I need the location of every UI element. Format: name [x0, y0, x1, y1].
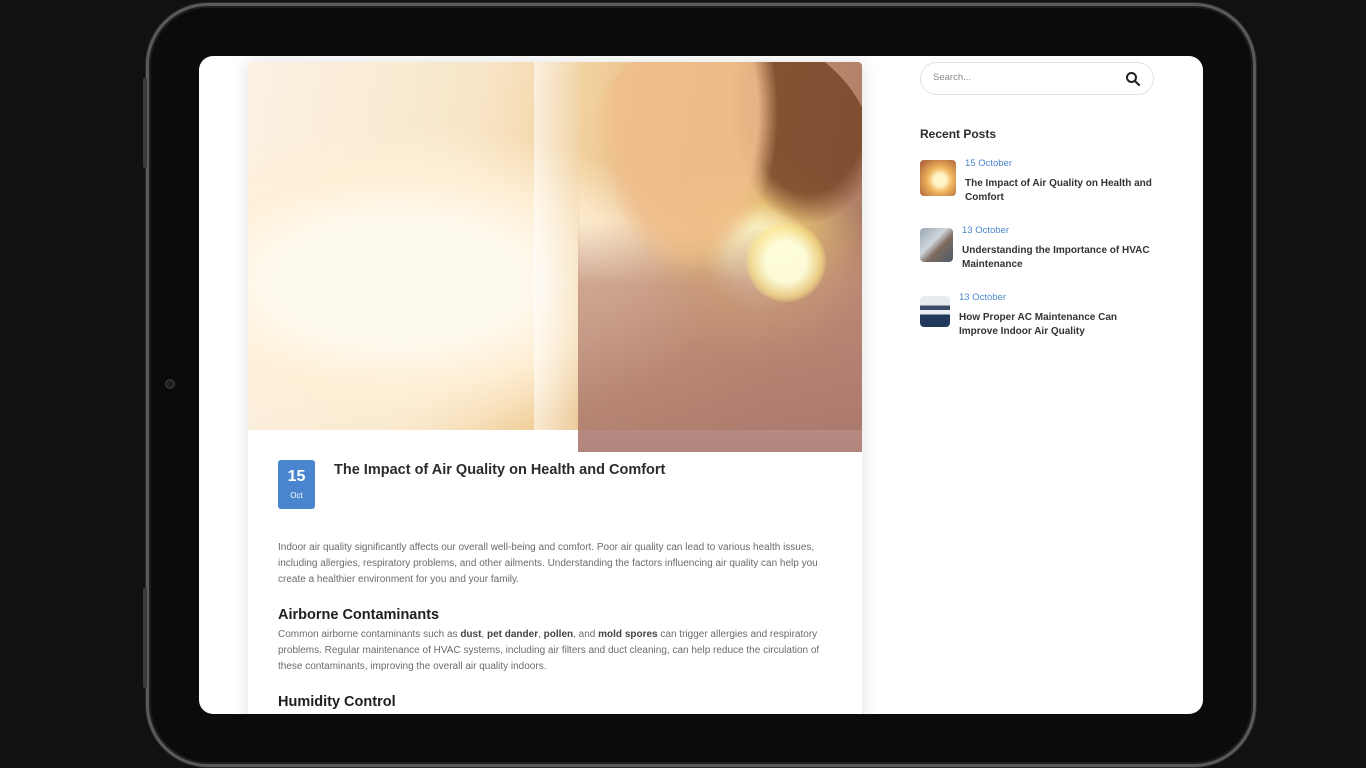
- hero-sun-flare: [746, 222, 826, 302]
- recent-post-date: 13 October: [959, 292, 1006, 303]
- bold-term: dust: [460, 629, 482, 640]
- recent-post-date: 13 October: [962, 225, 1009, 236]
- hero-window-frame: [534, 62, 580, 430]
- section-heading-airborne: Airborne Contaminants: [278, 607, 440, 623]
- recent-post-item[interactable]: 13 October Understanding the Importance …: [920, 223, 1160, 273]
- tablet-side-button: [143, 78, 147, 168]
- recent-post-thumbnail[interactable]: [920, 160, 956, 196]
- recent-post-thumbnail[interactable]: [920, 296, 950, 327]
- tablet-side-button: [143, 588, 147, 688]
- recent-post-item[interactable]: 15 October The Impact of Air Quality on …: [920, 156, 1160, 206]
- bold-term: mold spores: [598, 629, 658, 640]
- search-icon[interactable]: [1125, 71, 1141, 87]
- article-title: The Impact of Air Quality on Health and …: [334, 462, 666, 478]
- recent-post-item[interactable]: 13 October How Proper AC Maintenance Can…: [920, 290, 1160, 340]
- article-date-badge: 15 Oct: [278, 460, 315, 509]
- browser-screen: 15 Oct The Impact of Air Quality on Heal…: [199, 56, 1203, 714]
- recent-post-thumbnail[interactable]: [920, 228, 953, 262]
- article-intro: Indoor air quality significantly affects…: [278, 542, 818, 585]
- date-month: Oct: [290, 491, 303, 500]
- recent-post-title[interactable]: The Impact of Air Quality on Health and …: [965, 177, 1160, 205]
- bold-term: pet dander: [486, 629, 539, 640]
- recent-post-title[interactable]: Understanding the Importance of HVAC Mai…: [962, 244, 1157, 272]
- search-input[interactable]: [933, 72, 1113, 83]
- recent-post-date: 15 October: [965, 158, 1012, 169]
- section-heading-humidity: Humidity Control: [278, 694, 396, 710]
- section-text-airborne: Common airborne contaminants such as dus…: [278, 629, 820, 672]
- search-box: [920, 62, 1154, 95]
- camera-icon: [165, 379, 175, 389]
- article-hero-image: [248, 62, 862, 452]
- date-day: 15: [287, 468, 306, 485]
- recent-posts-heading: Recent Posts: [920, 127, 997, 141]
- article-card: 15 Oct The Impact of Air Quality on Heal…: [248, 62, 862, 714]
- recent-post-title[interactable]: How Proper AC Maintenance Can Improve In…: [959, 311, 1154, 339]
- bold-term: pollen: [543, 629, 574, 640]
